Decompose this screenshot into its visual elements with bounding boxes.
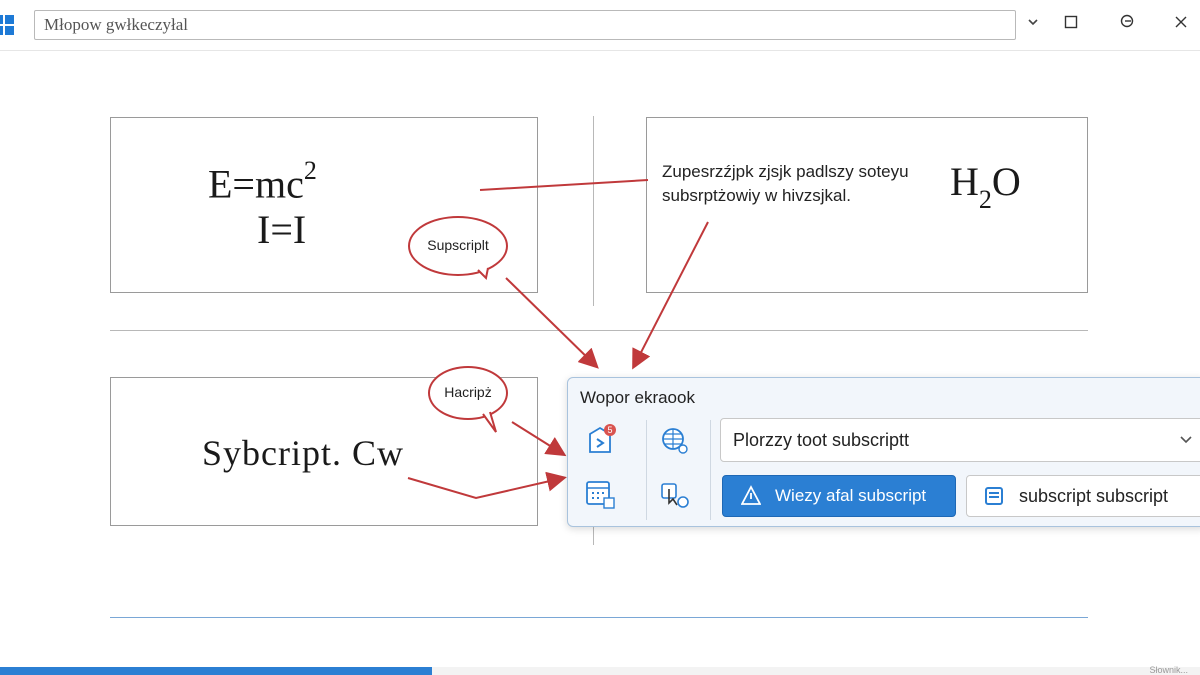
callout-bubble-supscript: Supscriplt <box>408 216 508 276</box>
combo-value: Plorzzy toot subscriptt <box>733 430 910 450</box>
formula-h2o-h: H <box>950 159 979 204</box>
title-bar: Młopow gwłkeczyłal <box>0 0 1200 51</box>
document-badge-icon[interactable]: 5 <box>582 422 618 458</box>
apply-subscript-label: Wiezy afal subscript <box>775 486 927 505</box>
title-input[interactable]: Młopow gwłkeczyłal <box>34 10 1016 40</box>
formula-h2o-subscript: 2 <box>978 185 992 214</box>
cursor-settings-icon[interactable] <box>656 476 692 512</box>
row-divider <box>110 330 1088 331</box>
list-icon <box>985 487 1003 505</box>
warning-triangle-icon <box>740 476 762 530</box>
badge-count: 5 <box>607 425 612 435</box>
chevron-down-icon[interactable] <box>1020 12 1046 38</box>
page-bottom-line <box>110 617 1088 618</box>
sybcript-text: Sybcript. Cw <box>202 433 405 473</box>
column-divider-lower <box>593 527 594 545</box>
status-text: Słownik... <box>1149 665 1188 675</box>
subscript-option-button[interactable]: subscript subscript <box>966 475 1200 517</box>
formula-emc-exponent: 2 <box>303 156 317 185</box>
restore-icon[interactable] <box>1114 12 1140 38</box>
status-progress-bar <box>0 667 432 675</box>
windows-logo-icon[interactable] <box>0 15 14 35</box>
callout-bubble-hacripz: Hacripż <box>428 366 508 420</box>
popup-separator <box>646 420 647 520</box>
subscript-combo-box[interactable]: Plorzzy toot subscriptt <box>720 418 1200 462</box>
maximize-icon[interactable] <box>1058 12 1084 38</box>
table-globe-icon[interactable] <box>656 422 692 458</box>
subscript-option-label: subscript subscript <box>1019 486 1169 506</box>
formula-h2o-o: O <box>991 159 1021 204</box>
panel-note: Zupesrzźjpk zjsjk padlszy soteyu subsrpt… <box>662 160 942 208</box>
popup-separator <box>710 420 711 520</box>
close-icon[interactable] <box>1168 12 1194 38</box>
panel-note-line1: Zupesrzźjpk zjsjk padlszy soteyu <box>662 162 909 181</box>
column-divider <box>593 116 594 306</box>
formula-ii: I=I <box>257 207 307 252</box>
chevron-down-icon[interactable] <box>1179 419 1193 478</box>
popup-title: Wopor ekraook <box>580 388 695 407</box>
formula-emc: E=mc2 <box>208 156 317 207</box>
panel-note-line2: subsrptżowiy w hivzsjkal. <box>662 186 851 205</box>
apply-subscript-button[interactable]: Wiezy afal subscript <box>722 475 956 517</box>
formula-h2o: H2O <box>950 158 1021 214</box>
formula-emc-base: E=mc <box>208 161 304 207</box>
calendar-grid-icon[interactable] <box>582 476 618 512</box>
subscript-toolbar-popup: Wopor ekraook 5 Plorzzy toot subscriptt … <box>567 377 1200 527</box>
annotation-arrows <box>407 179 709 500</box>
